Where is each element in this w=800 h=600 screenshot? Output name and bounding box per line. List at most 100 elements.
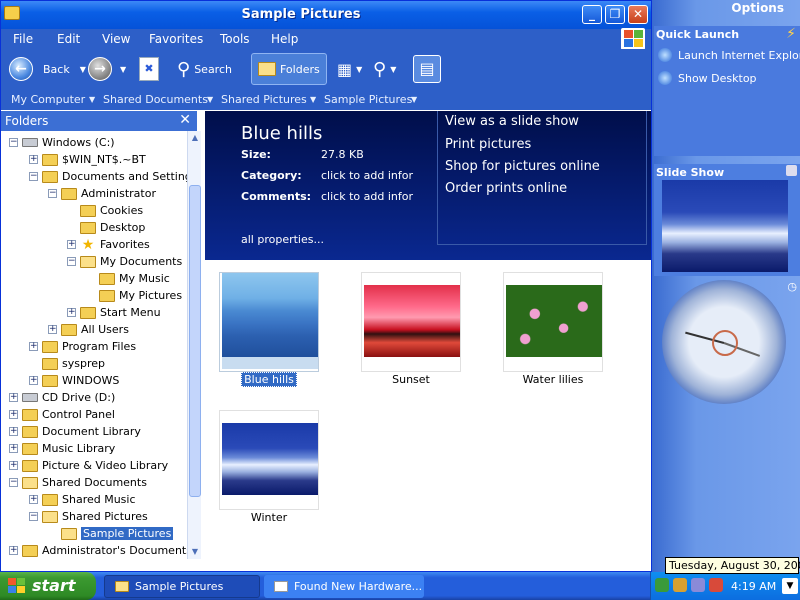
thumbnail-blue-hills[interactable] <box>219 272 319 372</box>
dropdown-arrow-icon[interactable]: ▼ <box>390 65 396 74</box>
comments-value[interactable]: click to add infor <box>321 190 413 203</box>
slideshow-view-button[interactable]: ▤ <box>413 53 441 85</box>
address-shared-pictures[interactable]: Shared Pictures <box>221 93 307 106</box>
expand-icon[interactable]: + <box>9 444 18 453</box>
hardware-icon[interactable] <box>691 578 705 592</box>
tree-node[interactable]: Cookies <box>67 202 143 219</box>
dropdown-arrow-icon[interactable]: ▼ <box>411 95 417 104</box>
expand-icon[interactable]: + <box>29 495 38 504</box>
tree-node[interactable]: My Music <box>86 270 170 287</box>
show-desktop-item[interactable]: Show Desktop <box>658 71 757 85</box>
expand-icon[interactable]: + <box>9 393 18 402</box>
thumbnail-sunset[interactable] <box>361 272 461 372</box>
tree-node[interactable]: + All Users <box>48 321 129 338</box>
clock-time[interactable]: 4:19 AM <box>731 580 776 593</box>
collapse-icon[interactable]: − <box>9 138 18 147</box>
tree-node[interactable]: − Shared Documents <box>9 474 147 491</box>
start-button[interactable]: start <box>0 572 96 600</box>
expand-icon[interactable]: + <box>29 155 38 164</box>
tree-node[interactable]: − Administrator <box>48 185 156 202</box>
launch-ie-item[interactable]: Launch Internet Explorer <box>658 48 800 62</box>
tree-scrollbar[interactable]: ▲ ▼ <box>187 131 201 559</box>
expand-icon[interactable]: + <box>48 325 57 334</box>
zoom-button[interactable]: ⚲ ▼ <box>373 53 396 85</box>
view-slideshow-link[interactable]: View as a slide show <box>445 114 579 129</box>
collapse-icon[interactable]: − <box>48 189 57 198</box>
tree-node[interactable]: − Windows (C:) <box>9 134 115 151</box>
title-bar[interactable]: Sample Pictures _ ❐ ✕ <box>1 1 651 29</box>
tree-node[interactable]: + CD Drive (D:) <box>9 389 115 406</box>
expand-icon[interactable]: + <box>9 546 18 555</box>
scroll-up-icon[interactable]: ▲ <box>188 131 202 145</box>
dropdown-arrow-icon[interactable]: ▼ <box>356 65 362 74</box>
scroll-down-icon[interactable]: ▼ <box>188 545 202 559</box>
forward-button[interactable]: → ▼ <box>88 53 126 85</box>
expand-icon[interactable]: + <box>67 240 76 249</box>
caption-winter[interactable]: Winter <box>209 511 329 524</box>
dropdown-arrow-icon[interactable]: ▼ <box>310 95 316 104</box>
tree-node[interactable]: + Music Library <box>9 440 115 457</box>
tree-node[interactable]: My Pictures <box>86 287 182 304</box>
security-icon[interactable] <box>673 578 687 592</box>
dropdown-arrow-icon[interactable]: ▼ <box>120 65 126 74</box>
collapse-icon[interactable]: − <box>67 257 76 266</box>
order-prints-link[interactable]: Order prints online <box>445 181 567 196</box>
tree-node[interactable]: − Documents and Settings <box>29 168 187 185</box>
collapse-icon[interactable]: − <box>29 172 38 181</box>
tree-node[interactable]: Sample Pictures <box>48 525 174 542</box>
tree-node[interactable]: + Shared Music <box>29 491 136 508</box>
thumbnail-water-lilies[interactable] <box>503 272 603 372</box>
menu-favorites[interactable]: Favorites <box>149 32 203 46</box>
expand-icon[interactable]: + <box>9 461 18 470</box>
task-found-new-hardware[interactable]: Found New Hardware... <box>264 575 424 598</box>
tree-node[interactable]: + $WIN_NT$.~BT <box>29 151 146 168</box>
tree-node[interactable]: − My Documents <box>67 253 182 270</box>
thumbnail-winter[interactable] <box>219 410 319 510</box>
dropdown-arrow-icon[interactable]: ▼ <box>80 65 86 74</box>
menu-view[interactable]: View <box>102 32 130 46</box>
network-icon[interactable] <box>655 578 669 592</box>
sidebar-options[interactable]: Options <box>731 1 784 15</box>
menu-edit[interactable]: Edit <box>57 32 80 46</box>
scroll-thumb[interactable] <box>189 185 201 497</box>
close-button[interactable]: ✕ <box>628 5 648 24</box>
print-pictures-link[interactable]: Print pictures <box>445 137 531 152</box>
tree-node[interactable]: + Control Panel <box>9 406 115 423</box>
expand-icon[interactable]: + <box>9 410 18 419</box>
tree-node[interactable]: + Program Files <box>29 338 136 355</box>
tree-node[interactable]: + Document Library <box>9 423 141 440</box>
slide-show-tile[interactable]: Slide Show <box>654 164 800 276</box>
expand-icon[interactable]: + <box>29 376 38 385</box>
search-button[interactable]: ⚲ Search <box>177 53 232 85</box>
views-button[interactable]: ▦ ▼ <box>337 53 362 85</box>
menu-tools[interactable]: Tools <box>220 32 250 46</box>
dropdown-arrow-icon[interactable]: ▼ <box>207 95 213 104</box>
maximize-button[interactable]: ❐ <box>605 5 625 24</box>
folder-tree[interactable]: − Windows (C:) + $WIN_NT$.~BT − Documents and… <box>1 131 187 559</box>
menu-help[interactable]: Help <box>271 32 298 46</box>
address-shared-documents[interactable]: Shared Documents <box>103 93 208 106</box>
up-folder-button[interactable]: ✖ <box>139 53 159 85</box>
tree-node[interactable]: + WINDOWS <box>29 372 119 389</box>
task-sample-pictures[interactable]: Sample Pictures <box>104 575 260 598</box>
all-properties-link[interactable]: all properties... <box>241 233 324 246</box>
caption-water-lilies[interactable]: Water lilies <box>493 373 613 386</box>
menu-file[interactable]: File <box>13 32 33 46</box>
tree-node[interactable]: + Administrator's Documents <box>9 542 187 559</box>
shop-pictures-link[interactable]: Shop for pictures online <box>445 159 600 174</box>
chevron-down-icon[interactable]: ▼ <box>782 578 798 594</box>
collapse-icon[interactable]: − <box>29 512 38 521</box>
folders-button[interactable]: Folders <box>251 53 327 85</box>
tree-node[interactable]: + Start Menu <box>67 304 161 321</box>
close-icon[interactable]: ✕ <box>179 112 191 128</box>
expand-icon[interactable]: + <box>9 427 18 436</box>
caption-sunset[interactable]: Sunset <box>351 373 471 386</box>
tree-node[interactable]: + Picture & Video Library <box>9 457 168 474</box>
back-button[interactable]: ← Back ▼ <box>9 53 86 85</box>
expand-icon[interactable]: + <box>29 342 38 351</box>
address-sample-pictures[interactable]: Sample Pictures <box>324 93 412 106</box>
tree-node[interactable]: Desktop <box>67 219 145 236</box>
dropdown-arrow-icon[interactable]: ▼ <box>89 95 95 104</box>
minimize-button[interactable]: _ <box>582 5 602 24</box>
category-value[interactable]: click to add infor <box>321 169 413 182</box>
